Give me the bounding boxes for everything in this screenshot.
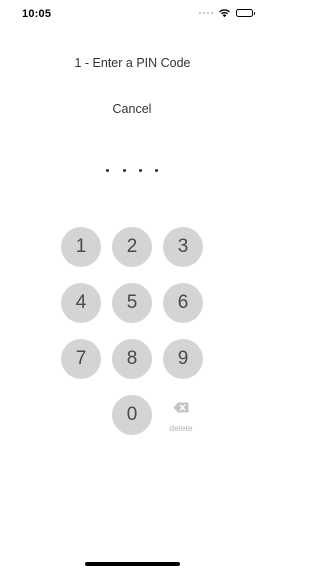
delete-label: delete: [169, 423, 193, 433]
pin-entry-indicator: [104, 169, 160, 175]
backspace-icon: [173, 402, 189, 413]
key-7[interactable]: 7: [61, 339, 101, 379]
status-icons: [198, 8, 255, 18]
key-9[interactable]: 9: [163, 339, 203, 379]
key-3[interactable]: 3: [163, 227, 203, 267]
status-bar: 10:05: [0, 0, 265, 30]
pin-dot: [155, 169, 158, 172]
pin-prompt-title: 1 - Enter a PIN Code: [74, 56, 191, 70]
key-8[interactable]: 8: [112, 339, 152, 379]
cancel-button[interactable]: Cancel: [82, 102, 182, 116]
key-4[interactable]: 4: [61, 283, 101, 323]
signal-dots-icon: [198, 11, 213, 15]
home-indicator[interactable]: [85, 562, 180, 566]
wifi-icon: [219, 9, 230, 18]
pin-dot: [139, 169, 142, 172]
status-time: 10:05: [22, 8, 52, 20]
key-1[interactable]: 1: [61, 227, 101, 267]
battery-icon: [236, 9, 255, 17]
key-6[interactable]: 6: [163, 283, 203, 323]
pin-dot: [123, 169, 126, 172]
key-2[interactable]: 2: [112, 227, 152, 267]
key-5[interactable]: 5: [112, 283, 152, 323]
delete-button[interactable]: delete: [161, 399, 201, 435]
key-0[interactable]: 0: [112, 395, 152, 435]
pin-dot: [106, 169, 109, 172]
